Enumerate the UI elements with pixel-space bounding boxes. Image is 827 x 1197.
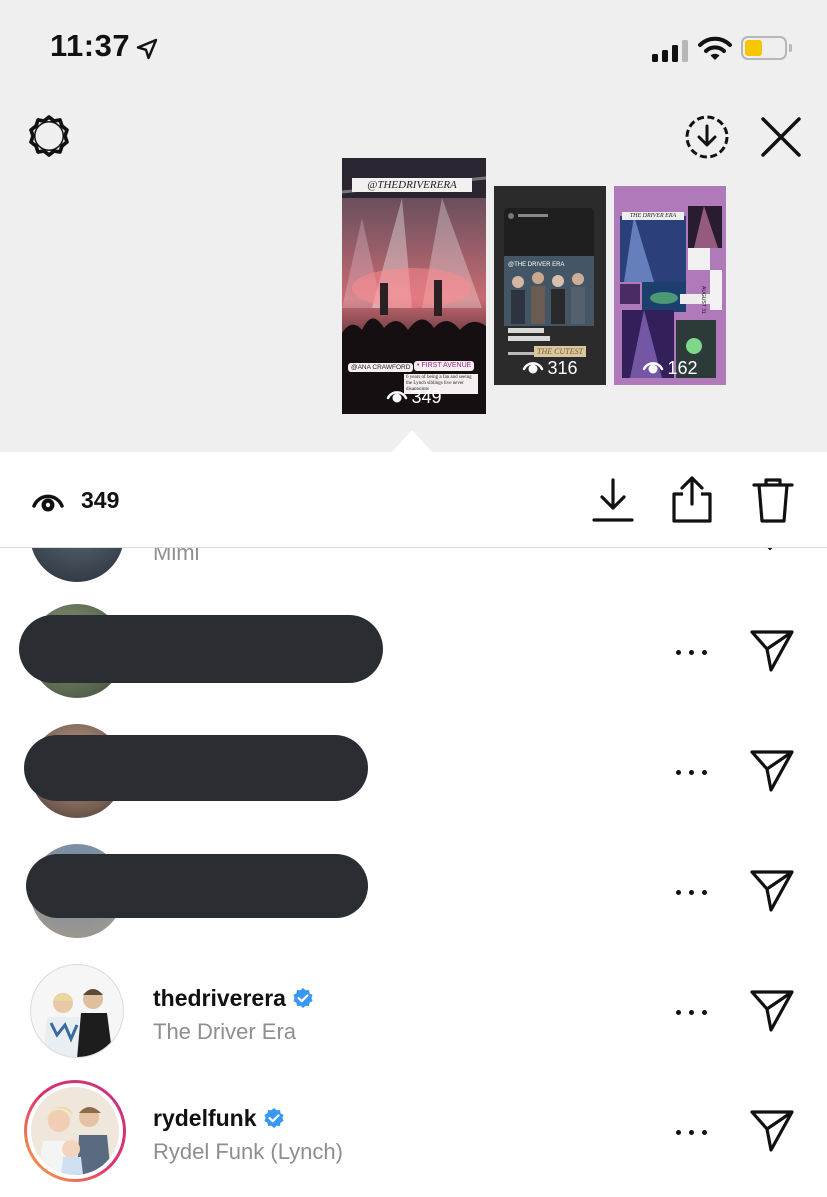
eye-icon bbox=[523, 362, 544, 374]
share-icon[interactable] bbox=[669, 474, 715, 524]
redaction-bar bbox=[24, 735, 368, 801]
location-arrow-icon bbox=[136, 38, 158, 60]
selected-story-pointer bbox=[392, 430, 432, 452]
list-item[interactable] bbox=[0, 720, 827, 840]
gear-icon[interactable] bbox=[26, 114, 72, 160]
eye-icon bbox=[387, 391, 408, 403]
viewer-full-name: Rydel Funk (Lynch) bbox=[153, 1139, 343, 1164]
more-options-button[interactable] bbox=[670, 642, 714, 662]
redaction-bar bbox=[26, 854, 368, 918]
story-thumbnail-3[interactable]: THE DRIVER ERA AUGUST 31 162 bbox=[614, 186, 726, 385]
view-count[interactable]: 349 bbox=[81, 487, 119, 514]
story-side-text: AUGUST 31 bbox=[700, 286, 706, 314]
story-mention-tag: @ANA CRAWFORD bbox=[348, 363, 414, 372]
avatar bbox=[31, 1087, 119, 1175]
download-circle-icon[interactable] bbox=[683, 113, 731, 161]
battery-icon bbox=[741, 36, 792, 60]
list-item[interactable]: Mimi bbox=[0, 548, 827, 608]
send-icon[interactable] bbox=[748, 986, 796, 1034]
list-item[interactable] bbox=[0, 840, 827, 960]
verified-badge-icon bbox=[263, 1108, 284, 1128]
send-icon[interactable] bbox=[748, 866, 796, 914]
wifi-icon bbox=[698, 36, 732, 60]
story-caption-top: @THE DRIVER ERA bbox=[508, 262, 565, 268]
story-caption-top: THE DRIVER ERA bbox=[622, 212, 684, 220]
eye-icon bbox=[643, 362, 664, 374]
story-view-count: 316 bbox=[494, 357, 606, 379]
story-view-count: 349 bbox=[342, 386, 486, 408]
redaction-bar bbox=[19, 615, 383, 683]
more-options-button[interactable] bbox=[670, 762, 714, 782]
profile-photo bbox=[37, 1106, 111, 1175]
avatar[interactable] bbox=[30, 964, 124, 1058]
eye-icon bbox=[32, 494, 64, 512]
list-item[interactable]: rydelfunk Rydel Funk (Lynch) bbox=[0, 1080, 827, 1197]
viewer-full-name: Mimi bbox=[153, 548, 200, 565]
more-options-button[interactable] bbox=[670, 1122, 714, 1142]
close-icon[interactable] bbox=[758, 114, 804, 160]
avatar-story-ring[interactable] bbox=[24, 1080, 126, 1182]
story-handle-tag: @THEDRIVERERA bbox=[352, 178, 472, 192]
send-icon[interactable] bbox=[748, 1106, 796, 1154]
profile-photo bbox=[43, 989, 113, 1057]
clock: 11:37 bbox=[50, 28, 131, 63]
story-thumbnail-selected[interactable]: @THEDRIVERERA @ANA CRAWFORD • FIRST AVEN… bbox=[342, 158, 486, 414]
list-item[interactable]: thedriverera The Driver Era bbox=[0, 960, 827, 1080]
verified-badge-icon bbox=[293, 988, 313, 1008]
story-view-count: 162 bbox=[614, 357, 726, 379]
story-tag-bottom: THE CUTEST bbox=[534, 346, 587, 357]
send-icon[interactable] bbox=[748, 626, 796, 674]
list-item[interactable] bbox=[0, 600, 827, 720]
download-icon[interactable] bbox=[590, 476, 636, 524]
status-bar: 11:37 bbox=[0, 0, 827, 100]
more-options-button[interactable] bbox=[670, 882, 714, 902]
viewer-list[interactable]: Mimi thedriverera The Driver Era rydelfu… bbox=[0, 548, 827, 1197]
viewer-username[interactable]: rydelfunk bbox=[153, 1105, 285, 1132]
story-preview-area: 11:37 @THEDRIVERERA @ANA CRAWFORD • FIRS… bbox=[0, 0, 827, 452]
story-action-bar: 349 bbox=[0, 452, 827, 548]
cellular-signal-icon bbox=[652, 40, 690, 62]
trash-icon[interactable] bbox=[750, 476, 796, 524]
chevron-down-icon bbox=[767, 548, 773, 551]
avatar[interactable] bbox=[30, 548, 124, 582]
story-location-tag: • FIRST AVENUE bbox=[414, 361, 475, 371]
send-icon[interactable] bbox=[748, 746, 796, 794]
more-options-button[interactable] bbox=[670, 1002, 714, 1022]
viewer-full-name: The Driver Era bbox=[153, 1019, 297, 1044]
story-thumbnail-2[interactable]: @THE DRIVER ERA THE CUTEST 316 bbox=[494, 186, 606, 385]
viewer-username[interactable]: thedriverera bbox=[153, 985, 314, 1012]
